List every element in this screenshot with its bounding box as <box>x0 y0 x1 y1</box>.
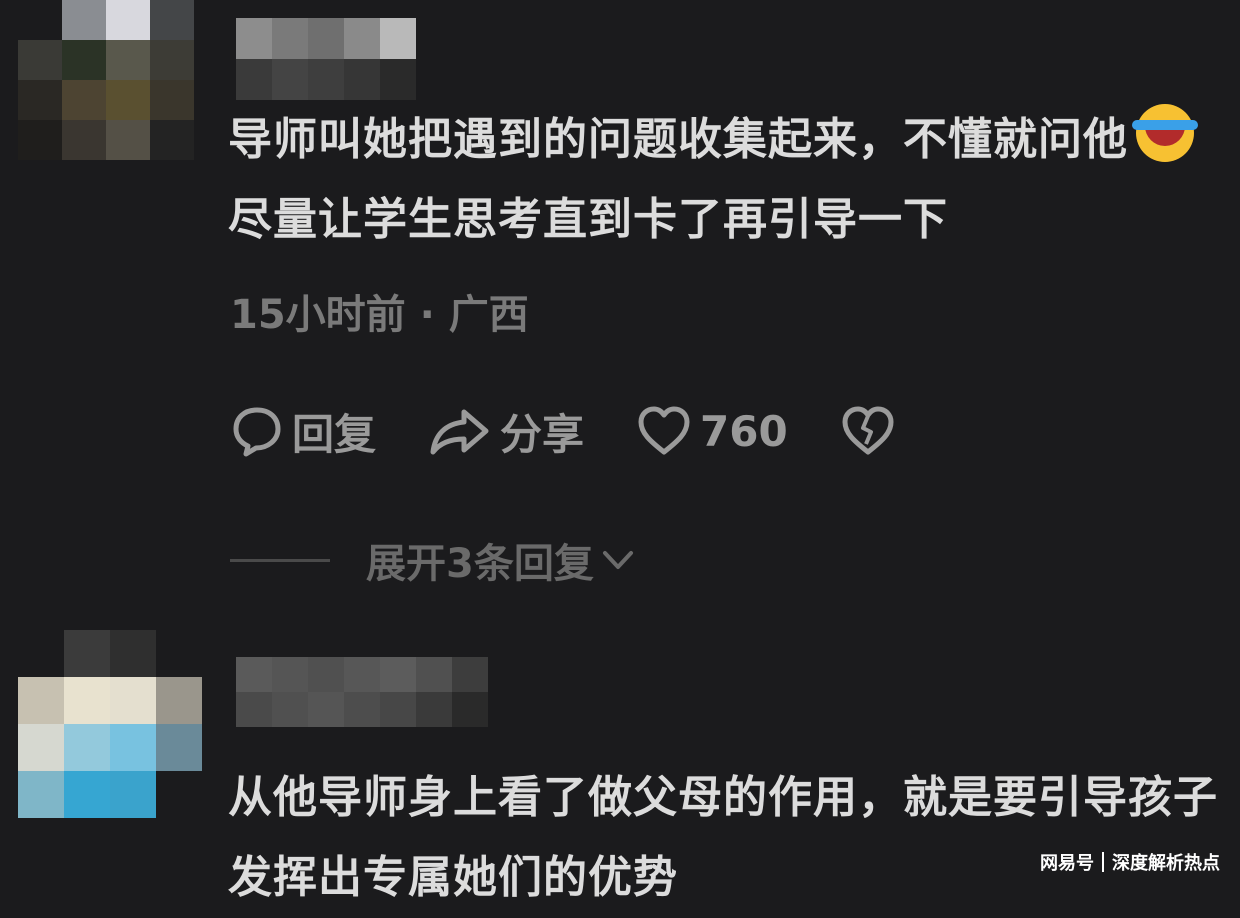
comment-text-part2: 尽量让学生思考直到卡了再引导一下 <box>228 194 948 245</box>
crying-laughing-emoji-icon <box>1132 104 1198 162</box>
avatar-blurred[interactable] <box>18 630 202 820</box>
like-button[interactable]: 760 <box>636 404 788 458</box>
expand-replies-button[interactable]: 展开3条回复 <box>230 530 636 590</box>
watermark-brand: 网易号 <box>1040 853 1094 874</box>
username-blurred[interactable] <box>236 657 488 727</box>
watermark-tagline: 深度解析热点 <box>1112 853 1220 874</box>
reply-label: 回复 <box>292 409 377 459</box>
share-button[interactable]: 分享 <box>428 401 584 462</box>
comment-text: 从他导师身上看了做父母的作用，就是要引导孩子发挥出专属她们的优势 <box>228 772 1218 903</box>
share-arrow-icon <box>430 409 489 455</box>
share-label: 分享 <box>500 409 585 459</box>
chevron-down-icon <box>602 551 633 569</box>
comment-text-part1: 导师叫她把遇到的问题收集起来，不懂就问他 <box>228 114 1128 165</box>
comment-actions: 回复 分享 760 <box>230 398 896 464</box>
like-count: 760 <box>700 406 788 456</box>
comment-location: 广西 <box>448 292 529 338</box>
heart-icon <box>638 406 690 455</box>
comment-time: 15小时前 <box>230 292 406 338</box>
avatar-blurred[interactable] <box>18 0 194 160</box>
watermark-separator <box>1102 852 1104 872</box>
divider-line <box>230 558 330 562</box>
username-blurred[interactable] <box>236 18 416 100</box>
reply-button[interactable]: 回复 <box>230 401 376 462</box>
dislike-button[interactable] <box>840 404 896 458</box>
comment-meta: 15小时前 · 广西 <box>230 282 529 340</box>
comment-text: 导师叫她把遇到的问题收集起来，不懂就问他尽量让学生思考直到卡了再引导一下 <box>228 100 1218 260</box>
expand-replies-label: 展开3条回复 <box>366 541 594 587</box>
speech-bubble-icon <box>233 407 281 457</box>
watermark: 网易号 深度解析热点 <box>1040 849 1220 875</box>
meta-separator: · <box>419 292 435 338</box>
broken-heart-icon <box>842 406 894 455</box>
